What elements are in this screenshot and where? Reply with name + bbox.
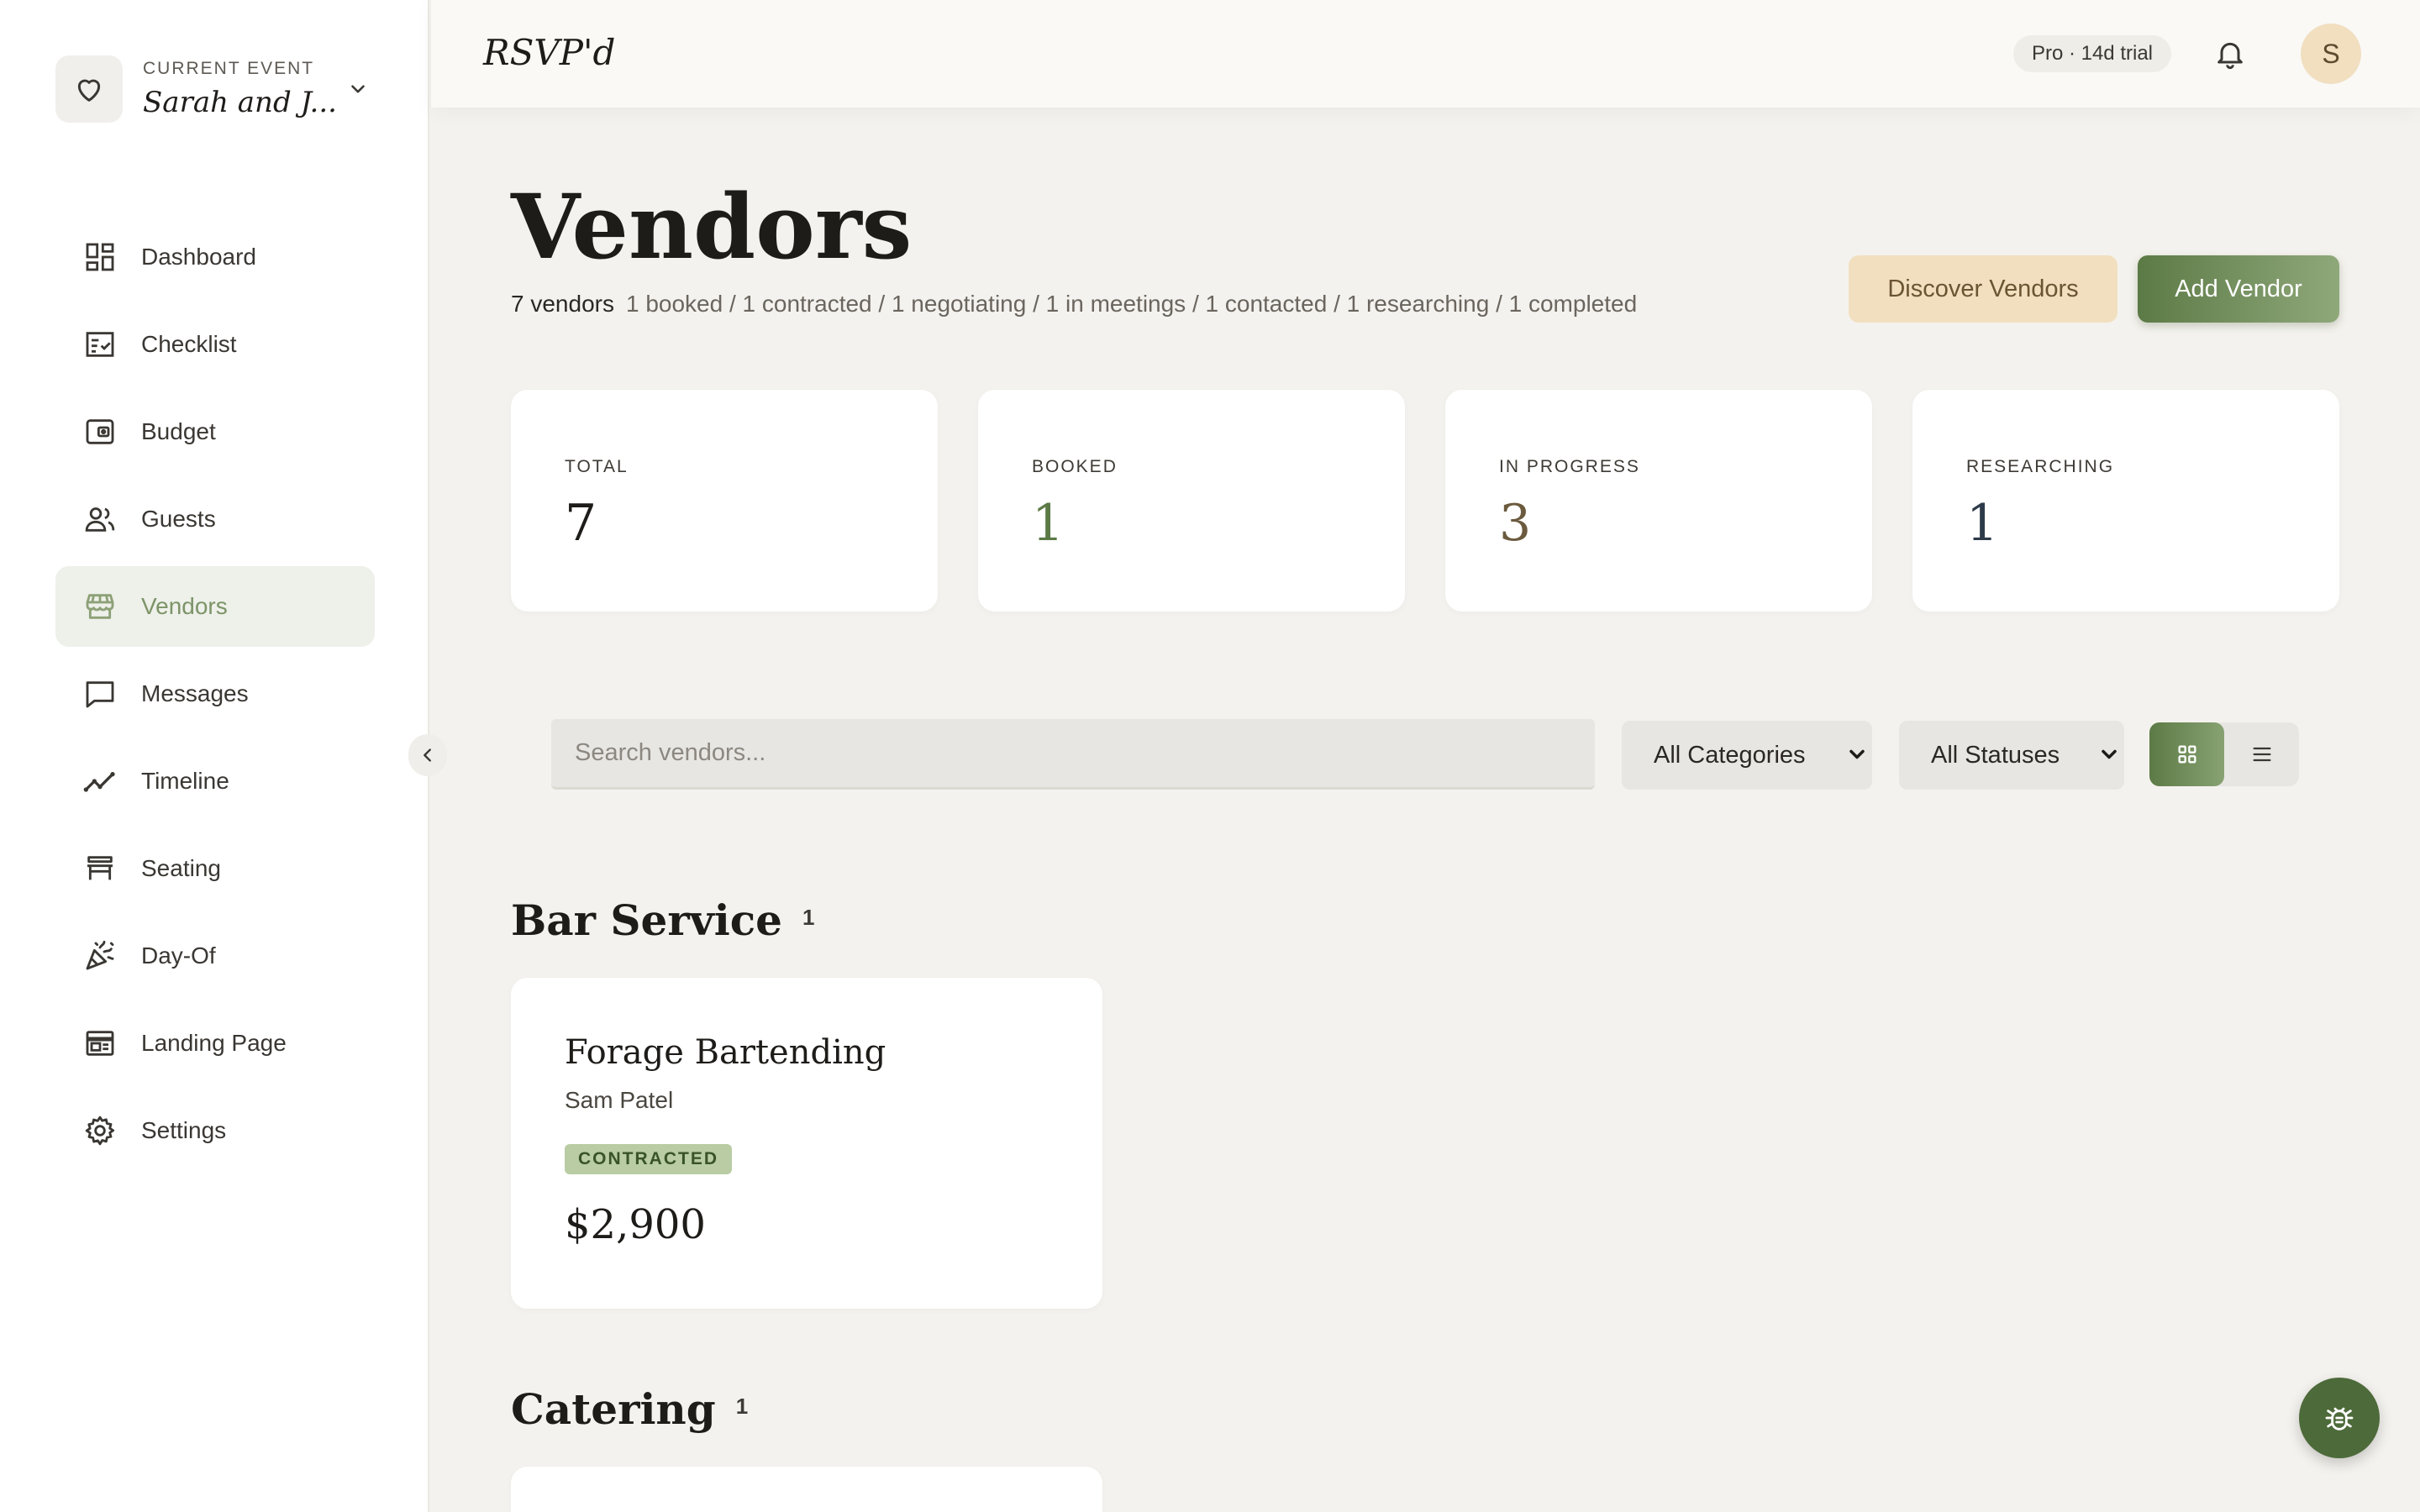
gear-icon (82, 1113, 118, 1148)
sidebar-item-label: Vendors (141, 593, 228, 619)
browser-window-icon (82, 1026, 118, 1061)
group-count: 1 (735, 1394, 749, 1419)
stat-card-total: TOTAL 7 (511, 390, 938, 612)
top-bar: RSVP'd Pro · 14d trial S (431, 0, 2420, 108)
sidebar-item-label: Guests (141, 506, 216, 532)
sidebar-item-label: Checklist (141, 331, 237, 357)
vendor-contact: Sam Patel (565, 1087, 674, 1113)
wallet-icon (82, 414, 118, 449)
sidebar-item-checklist[interactable]: Checklist (55, 304, 375, 385)
stat-label: TOTAL (565, 457, 629, 476)
avatar[interactable]: S (2301, 24, 2361, 84)
status-breakdown: 1 booked / 1 contracted / 1 negotiating … (625, 291, 1638, 317)
party-popper-icon (82, 938, 118, 974)
list-view-button[interactable] (2224, 722, 2299, 786)
sidebar-item-guests[interactable]: Guests (55, 479, 375, 559)
collapse-sidebar-button[interactable] (408, 734, 447, 776)
sidebar: CURRENT EVENT Sarah and J... Dashboard C… (0, 0, 429, 1512)
group-title: Bar Service 1 (511, 895, 814, 945)
bell-icon[interactable] (2213, 37, 2247, 71)
chevron-down-icon (1845, 743, 1869, 773)
bug-report-button[interactable] (2299, 1378, 2380, 1458)
sidebar-item-label: Seating (141, 855, 221, 881)
stat-value: 1 (1966, 494, 1999, 553)
trend-line-icon (82, 764, 118, 799)
sidebar-item-timeline[interactable]: Timeline (55, 741, 375, 822)
status-select[interactable]: All Statuses (1899, 721, 2124, 790)
search-field (551, 719, 1595, 790)
chevron-left-icon (424, 748, 431, 762)
sidebar-item-budget[interactable]: Budget (55, 391, 375, 472)
page-title: Vendors (511, 174, 913, 279)
add-vendor-button[interactable]: Add Vendor (2138, 255, 2339, 323)
checklist-icon (82, 327, 118, 362)
table-icon (82, 851, 118, 886)
list-icon (2253, 747, 2270, 762)
grid-icon (2178, 745, 2196, 764)
stat-value: 1 (1032, 494, 1065, 553)
chevron-down-icon[interactable] (341, 78, 375, 100)
stat-card-researching: RESEARCHING 1 (1912, 390, 2339, 612)
category-select[interactable]: All Categories (1622, 721, 1872, 790)
sidebar-item-label: Budget (141, 418, 216, 444)
sidebar-item-label: Day-Of (141, 942, 216, 969)
dashboard-icon (82, 239, 118, 275)
sidebar-item-settings[interactable]: Settings (55, 1090, 375, 1171)
stat-label: BOOKED (1032, 457, 1118, 476)
stat-label: RESEARCHING (1966, 457, 2115, 476)
sidebar-item-messages[interactable]: Messages (55, 654, 375, 734)
search-input[interactable] (575, 739, 1595, 767)
status-select-value: All Statuses (1931, 741, 2060, 769)
trial-badge[interactable]: Pro · 14d trial (2012, 35, 2171, 72)
heart-icon (55, 55, 123, 123)
vendor-card[interactable]: Forage Bartending Sam Patel CONTRACTED $… (511, 978, 1102, 1309)
vendor-count: 7 vendors (511, 291, 614, 317)
sidebar-nav: Dashboard Checklist Budget Guests Vendor… (55, 217, 375, 1178)
sidebar-item-label: Settings (141, 1117, 227, 1143)
sidebar-item-label: Dashboard (141, 244, 256, 270)
event-name: Sarah and J... (143, 86, 337, 119)
group-title: Catering 1 (511, 1384, 748, 1434)
sidebar-item-label: Timeline (141, 768, 229, 794)
stat-card-booked: BOOKED 1 (978, 390, 1405, 612)
app-logo[interactable]: RSVP'd (483, 32, 615, 73)
stat-label: IN PROGRESS (1499, 457, 1640, 476)
stat-card-in-progress: IN PROGRESS 3 (1445, 390, 1872, 612)
group-title-text: Bar Service (511, 895, 782, 945)
sidebar-item-day-of[interactable]: Day-Of (55, 916, 375, 996)
stat-value: 3 (1499, 494, 1532, 553)
bug-icon (2325, 1407, 2354, 1431)
sidebar-item-label: Landing Page (141, 1030, 287, 1056)
sidebar-item-label: Messages (141, 680, 249, 706)
storefront-icon (82, 589, 118, 624)
chevron-down-icon (2097, 743, 2121, 773)
users-icon (82, 501, 118, 537)
group-title-text: Catering (511, 1384, 716, 1434)
page-subtitle: 7 vendors 1 booked / 1 contracted / 1 neg… (511, 291, 1637, 318)
sidebar-item-dashboard[interactable]: Dashboard (55, 217, 375, 297)
message-icon (82, 676, 118, 711)
category-select-value: All Categories (1654, 741, 1806, 769)
stat-value: 7 (565, 494, 597, 553)
discover-vendors-button[interactable]: Discover Vendors (1849, 255, 2118, 323)
sidebar-item-seating[interactable]: Seating (55, 828, 375, 909)
group-count: 1 (802, 905, 815, 930)
grid-view-button[interactable] (2149, 722, 2224, 786)
status-badge: CONTRACTED (565, 1144, 732, 1174)
event-caption: CURRENT EVENT (143, 59, 315, 78)
sidebar-item-landing-page[interactable]: Landing Page (55, 1003, 375, 1084)
event-switcher[interactable]: CURRENT EVENT Sarah and J... (55, 54, 375, 124)
sidebar-item-vendors[interactable]: Vendors (55, 566, 375, 647)
vendor-name: Forage Bartending (565, 1033, 886, 1072)
view-toggle (2149, 722, 2299, 786)
vendor-card[interactable] (511, 1467, 1102, 1512)
vendor-price: $2,900 (565, 1201, 706, 1248)
